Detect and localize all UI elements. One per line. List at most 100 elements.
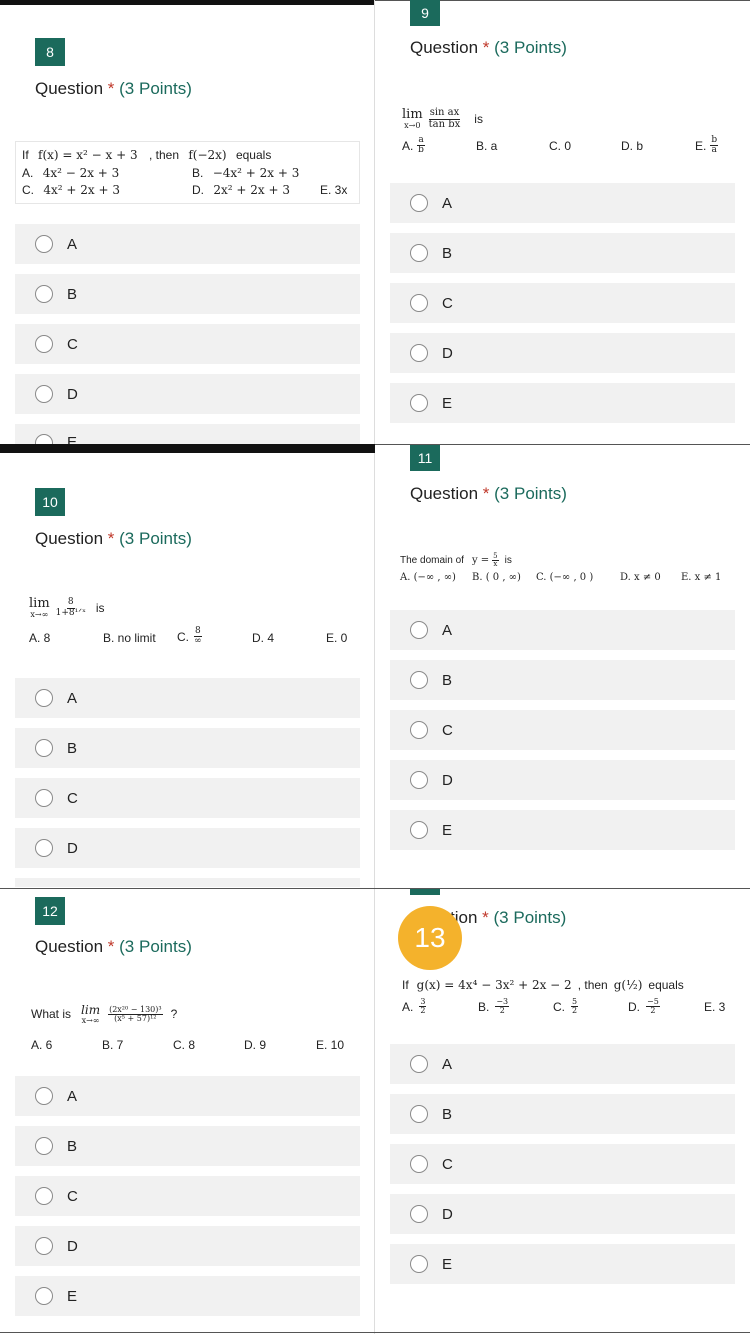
option-c[interactable]: C: [15, 324, 360, 364]
radio-button[interactable]: [410, 1255, 428, 1273]
option-b[interactable]: B: [15, 1126, 360, 1166]
option-a[interactable]: A: [390, 1044, 735, 1084]
radio-button[interactable]: [410, 621, 428, 639]
choice-d-fraction: −5 2: [646, 997, 660, 1016]
question-number-badge: 11: [410, 445, 440, 471]
radio-button[interactable]: [35, 839, 53, 857]
required-star: *: [482, 484, 490, 503]
option-a[interactable]: A: [390, 183, 735, 223]
radio-button[interactable]: [410, 344, 428, 362]
option-e[interactable]: E: [390, 1244, 735, 1284]
radio-button[interactable]: [410, 671, 428, 689]
question-points: (3 Points): [119, 937, 192, 956]
radio-button[interactable]: [35, 1137, 53, 1155]
option-label: B: [67, 1137, 78, 1155]
radio-button[interactable]: [410, 394, 428, 412]
radio-button[interactable]: [35, 434, 53, 444]
option-label: C: [442, 1155, 453, 1173]
question-points: (3 Points): [119, 79, 192, 98]
limit-fraction: sin ax tan bx: [428, 107, 461, 130]
radio-button[interactable]: [35, 1087, 53, 1105]
option-d[interactable]: D: [390, 333, 735, 373]
radio-button[interactable]: [410, 771, 428, 789]
radio-button[interactable]: [35, 335, 53, 353]
option-d[interactable]: D: [15, 374, 360, 414]
option-label: D: [67, 839, 78, 857]
option-a[interactable]: A: [15, 1076, 360, 1116]
choice-e: E. x ≠ 1: [681, 572, 722, 583]
option-d[interactable]: D: [15, 1226, 360, 1266]
option-c[interactable]: C: [15, 778, 360, 818]
option-label: D: [442, 1205, 453, 1223]
choice-b: B. ( 0 , ∞): [472, 572, 521, 583]
radio-button[interactable]: [410, 1055, 428, 1073]
choice-b: B. 7: [102, 1038, 124, 1052]
radio-button[interactable]: [410, 1155, 428, 1173]
option-c[interactable]: C: [390, 283, 735, 323]
question-points: (3 Points): [119, 529, 192, 548]
required-star: *: [482, 38, 490, 57]
radio-button[interactable]: [35, 739, 53, 757]
choice-c-fraction: 52: [571, 997, 579, 1016]
option-b[interactable]: B: [390, 660, 735, 700]
choice-a: A. 8: [29, 631, 51, 645]
option-label: E: [442, 821, 453, 839]
choice-c-label: C.: [177, 629, 189, 644]
radio-button[interactable]: [35, 1237, 53, 1255]
radio-button[interactable]: [35, 689, 53, 707]
radio-button[interactable]: [35, 1187, 53, 1205]
radio-button[interactable]: [410, 721, 428, 739]
question-title: Question * (3 Points): [35, 529, 192, 549]
section-divider: [0, 888, 750, 889]
choice-e-fraction: ba: [710, 135, 719, 156]
radio-button[interactable]: [35, 285, 53, 303]
option-label: D: [67, 385, 78, 403]
choice-b: B. a: [476, 139, 498, 153]
question-points: (3 Points): [494, 38, 567, 57]
radio-button[interactable]: [35, 1287, 53, 1305]
radio-button[interactable]: [410, 1205, 428, 1223]
option-b[interactable]: B: [15, 274, 360, 314]
choice-e-label: E.: [695, 138, 707, 153]
choice-a: A. 6: [31, 1038, 53, 1052]
choice-d-value: 2x² + 2x + 3: [213, 183, 290, 197]
option-label: C: [67, 789, 78, 807]
stem-equals: equals: [648, 978, 684, 992]
option-a[interactable]: A: [15, 678, 360, 718]
radio-button[interactable]: [410, 1105, 428, 1123]
required-star: *: [107, 937, 115, 956]
choice-d: D. x ≠ 0: [620, 572, 661, 583]
radio-button[interactable]: [35, 385, 53, 403]
option-b[interactable]: B: [390, 233, 735, 273]
option-label: E: [67, 434, 78, 444]
radio-button[interactable]: [35, 235, 53, 253]
limit-symbol: lim x→∞: [29, 596, 50, 619]
choice-a: A. (−∞ , ∞): [400, 572, 456, 583]
option-e[interactable]: E: [390, 383, 735, 423]
option-b[interactable]: B: [390, 1094, 735, 1134]
radio-button[interactable]: [410, 194, 428, 212]
stem-is: is: [95, 601, 105, 616]
option-a[interactable]: A: [390, 610, 735, 650]
option-label: D: [67, 1237, 78, 1255]
stem-function: f(x) = x² − x + 3: [38, 148, 138, 162]
option-e[interactable]: E: [15, 424, 360, 444]
option-e-partial[interactable]: [15, 878, 360, 887]
option-c[interactable]: C: [390, 710, 735, 750]
option-e[interactable]: E: [390, 810, 735, 850]
stem-equals: equals: [235, 148, 272, 162]
radio-button[interactable]: [410, 821, 428, 839]
option-b[interactable]: B: [15, 728, 360, 768]
option-d[interactable]: D: [15, 828, 360, 868]
radio-button[interactable]: [410, 244, 428, 262]
option-c[interactable]: C: [390, 1144, 735, 1184]
option-e[interactable]: E: [15, 1276, 360, 1316]
option-d[interactable]: D: [390, 760, 735, 800]
option-c[interactable]: C: [15, 1176, 360, 1216]
question-title: Question * (3 Points): [410, 484, 567, 504]
radio-button[interactable]: [410, 294, 428, 312]
option-d[interactable]: D: [390, 1194, 735, 1234]
option-a[interactable]: A: [15, 224, 360, 264]
question-image: lim x→∞ 8 1+8¹ᐟˣ is A. 8 B. no limit C. 8 ∞…: [15, 589, 360, 651]
radio-button[interactable]: [35, 789, 53, 807]
